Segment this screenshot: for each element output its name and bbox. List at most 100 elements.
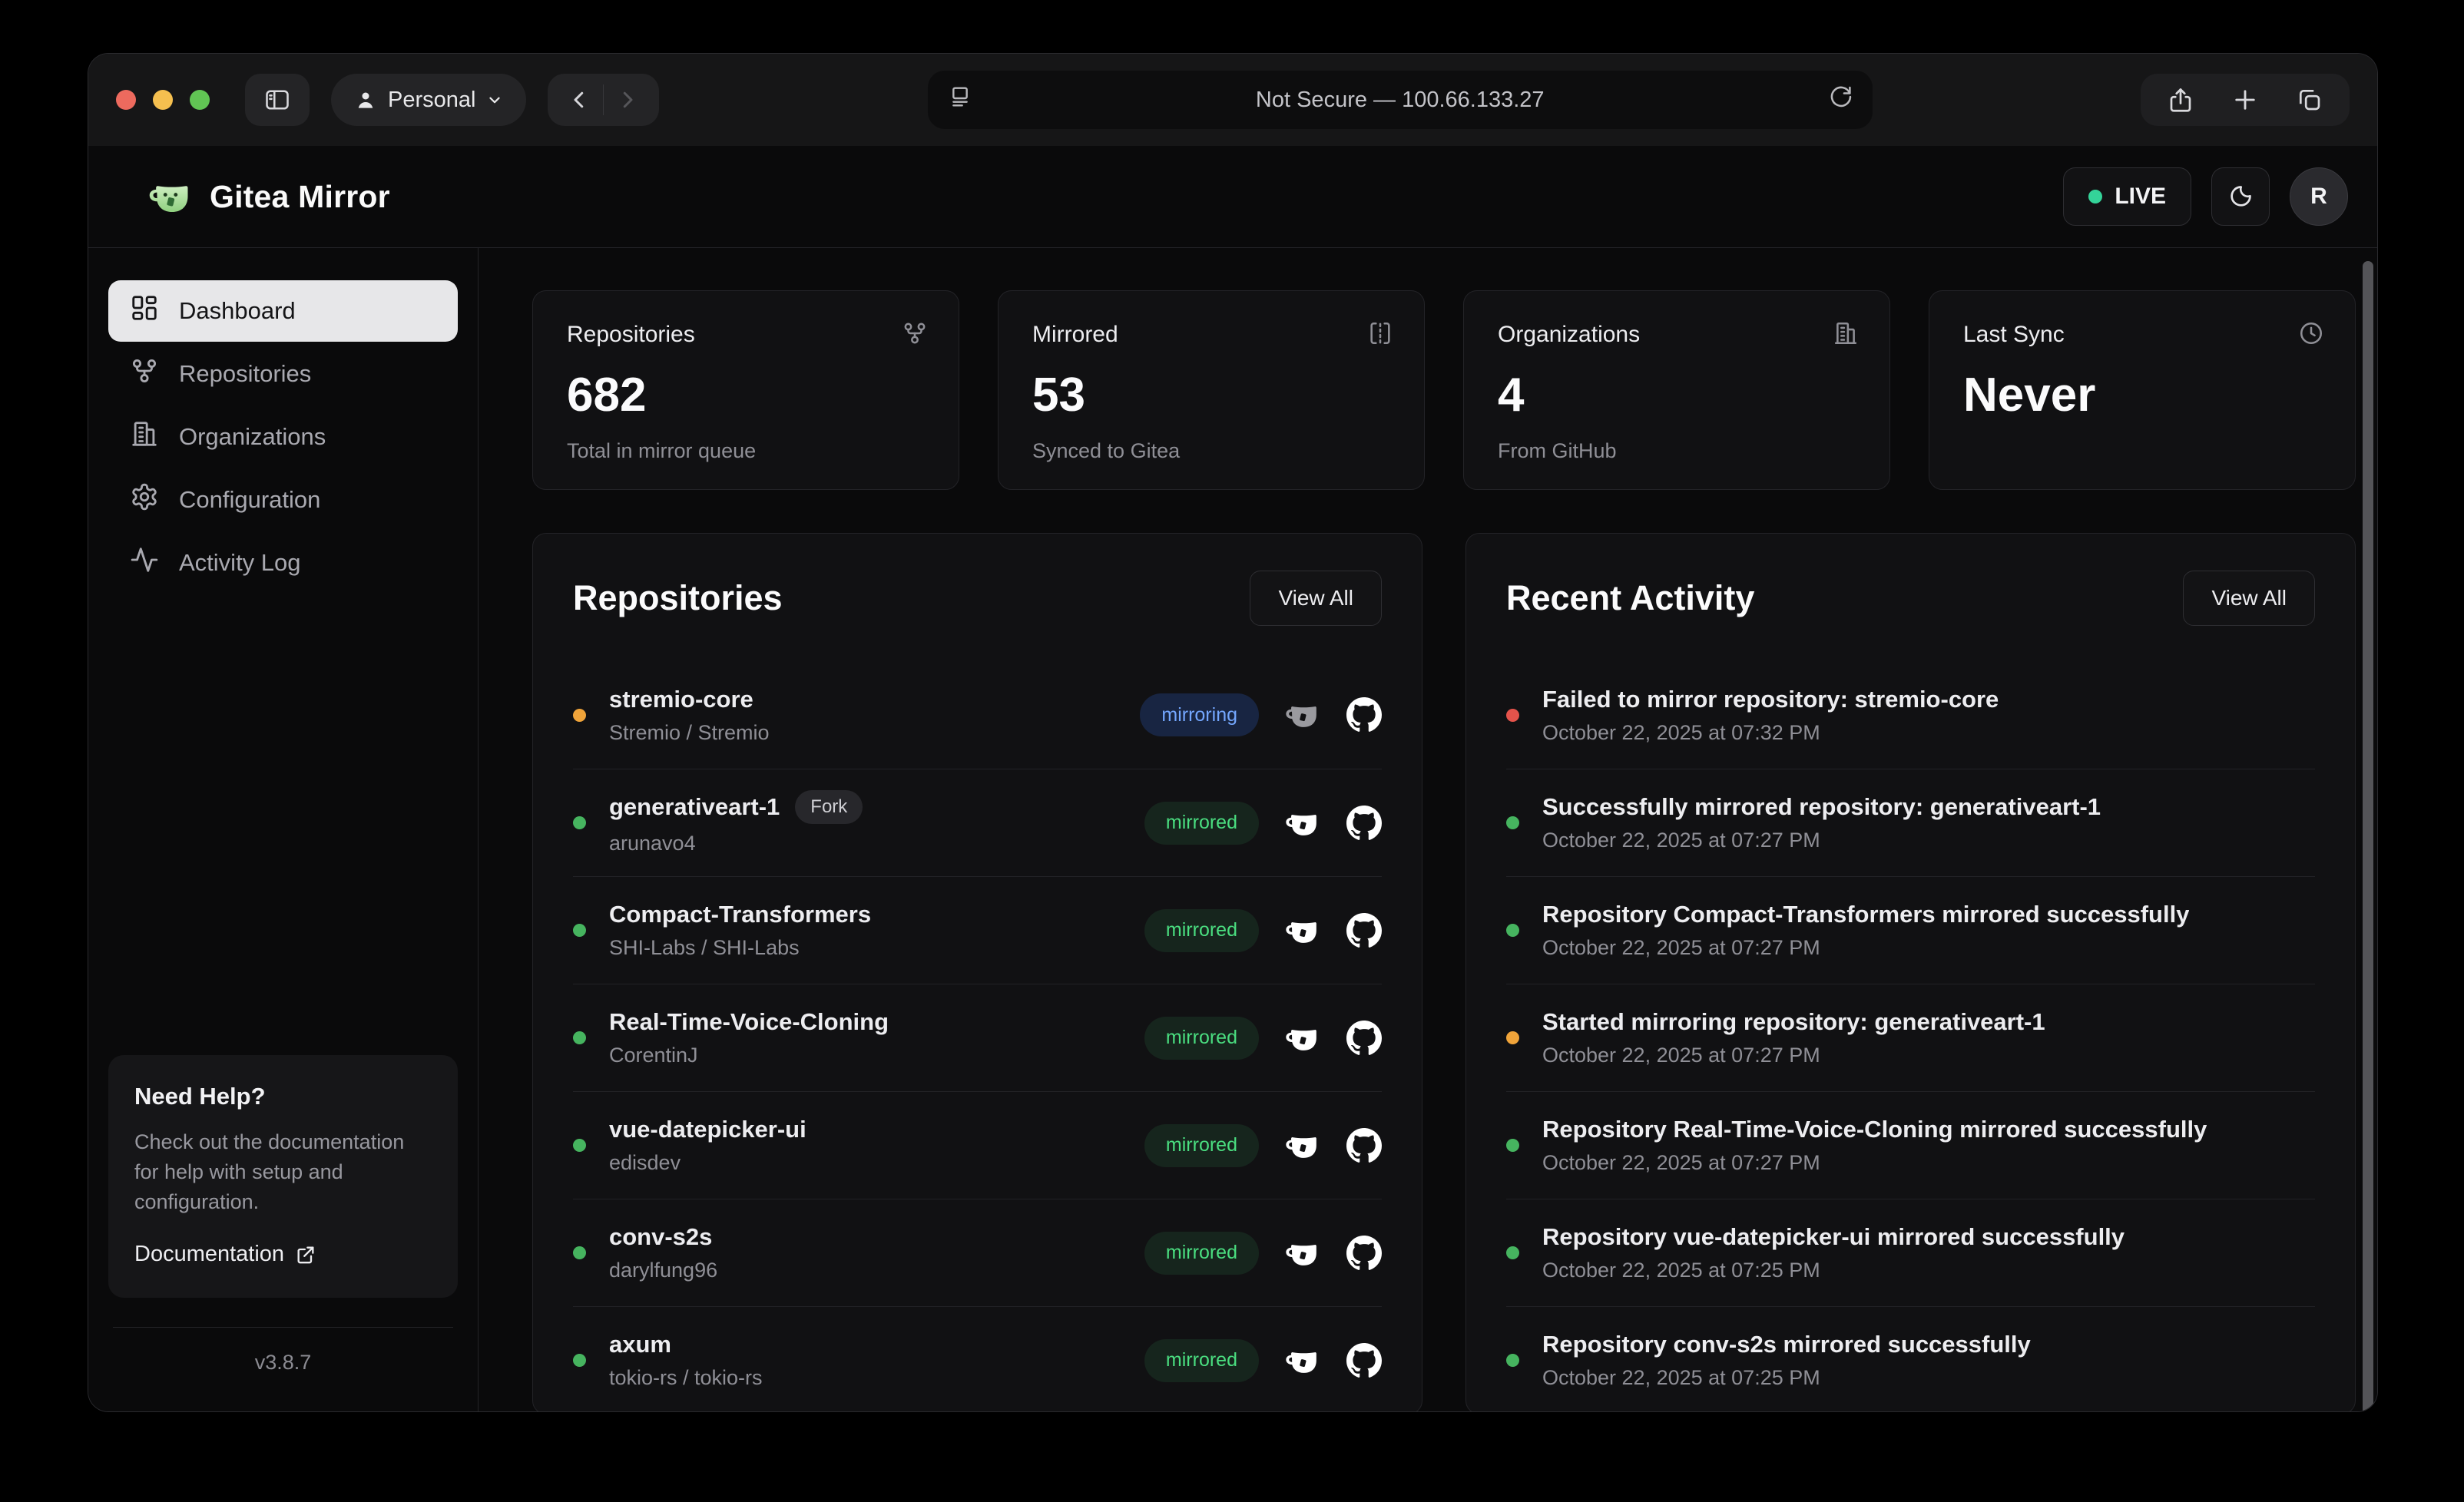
- activity-timestamp: October 22, 2025 at 07:25 PM: [1542, 1366, 2031, 1390]
- gitea-icon[interactable]: [1285, 1021, 1320, 1056]
- documentation-link-label: Documentation: [134, 1242, 284, 1267]
- github-icon[interactable]: [1346, 1128, 1382, 1163]
- status-dot-icon: [1506, 1354, 1519, 1367]
- sidebar-item-configuration[interactable]: Configuration: [108, 469, 458, 531]
- activity-row[interactable]: Repository vue-datepicker-ui mirrored su…: [1506, 1199, 2315, 1306]
- repositories-list: stremio-core Stremio / Stremio mirroring…: [573, 661, 1382, 1411]
- stat-label: Mirrored: [1032, 322, 1390, 348]
- activity-timestamp: October 22, 2025 at 07:27 PM: [1542, 1151, 2207, 1175]
- gitea-mirror-app: Gitea Mirror LIVE R Dashboard: [88, 146, 2377, 1411]
- github-icon[interactable]: [1346, 1021, 1382, 1056]
- activity-row[interactable]: Repository Compact-Transformers mirrored…: [1506, 876, 2315, 984]
- repo-name: Real-Time-Voice-Cloning: [609, 1008, 889, 1036]
- sidebar-divider: [113, 1327, 453, 1328]
- activity-message: Repository vue-datepicker-ui mirrored su…: [1542, 1223, 2125, 1251]
- status-badge: mirrored: [1144, 802, 1259, 845]
- close-window-button[interactable]: [116, 90, 136, 110]
- gitea-icon[interactable]: [1285, 913, 1320, 948]
- activity-row[interactable]: Successfully mirrored repository: genera…: [1506, 769, 2315, 876]
- activity-timestamp: October 22, 2025 at 07:27 PM: [1542, 829, 2101, 852]
- sidebar-nav: Dashboard Repositories Organizations Con…: [108, 280, 458, 595]
- activity-row[interactable]: Repository Real-Time-Voice-Cloning mirro…: [1506, 1091, 2315, 1199]
- zoom-window-button[interactable]: [190, 90, 210, 110]
- sidebar-item-label: Dashboard: [179, 297, 296, 325]
- repository-row[interactable]: Real-Time-Voice-Cloning CorentinJ mirror…: [573, 984, 1382, 1091]
- app-header: Gitea Mirror LIVE R: [88, 146, 2377, 248]
- repository-row[interactable]: vue-datepicker-ui edisdev mirrored: [573, 1091, 1382, 1199]
- sidebar-item-icon: [130, 545, 159, 581]
- stat-value: Never: [1963, 368, 2321, 422]
- activity-row[interactable]: Started mirroring repository: generative…: [1506, 984, 2315, 1091]
- new-tab-icon[interactable]: [2231, 86, 2259, 114]
- github-icon[interactable]: [1346, 913, 1382, 948]
- stat-label: Last Sync: [1963, 322, 2321, 348]
- gitea-icon[interactable]: [1285, 1128, 1320, 1163]
- sidebar-toggle-button[interactable]: [245, 74, 310, 126]
- stat-card: Organizations 4 From GitHub: [1463, 290, 1890, 490]
- github-icon[interactable]: [1346, 806, 1382, 841]
- repositories-view-all-button[interactable]: View All: [1250, 571, 1382, 626]
- minimize-window-button[interactable]: [153, 90, 173, 110]
- building-icon: [1833, 320, 1859, 350]
- status-dot-icon: [1506, 1139, 1519, 1152]
- activity-view-all-button[interactable]: View All: [2183, 571, 2315, 626]
- sidebar-item-dashboard[interactable]: Dashboard: [108, 280, 458, 342]
- sidebar-item-activity-log[interactable]: Activity Log: [108, 532, 458, 594]
- repo-owner: darylfung96: [609, 1259, 717, 1282]
- sidebar: Dashboard Repositories Organizations Con…: [88, 248, 479, 1411]
- gitea-icon[interactable]: [1285, 697, 1320, 733]
- status-dot-icon: [573, 1031, 586, 1044]
- share-icon[interactable]: [2167, 86, 2194, 114]
- stat-card: Repositories 682 Total in mirror queue: [532, 290, 959, 490]
- gitea-icon[interactable]: [1285, 1343, 1320, 1378]
- activity-row[interactable]: Repository conv-s2s mirrored successfull…: [1506, 1306, 2315, 1411]
- address-bar[interactable]: Not Secure — 100.66.133.27: [928, 71, 1873, 129]
- github-icon[interactable]: [1346, 1343, 1382, 1378]
- repository-row[interactable]: Compact-Transformers SHI-Labs / SHI-Labs…: [573, 876, 1382, 984]
- github-icon[interactable]: [1346, 1236, 1382, 1271]
- main-content: Repositories 682 Total in mirror queue M…: [479, 248, 2377, 1411]
- reader-view-icon[interactable]: [948, 84, 972, 115]
- stat-subtitle: Total in mirror queue: [567, 439, 925, 463]
- stat-value: 53: [1032, 368, 1390, 422]
- reload-icon[interactable]: [1828, 84, 1853, 115]
- back-button[interactable]: [555, 77, 603, 123]
- tab-overview-icon[interactable]: [2296, 86, 2323, 114]
- stat-label: Organizations: [1498, 322, 1856, 348]
- status-badge: mirrored: [1144, 1339, 1259, 1382]
- activity-timestamp: October 22, 2025 at 07:32 PM: [1542, 721, 1999, 745]
- activity-row[interactable]: Failed to mirror repository: stremio-cor…: [1506, 661, 2315, 769]
- repository-row[interactable]: axum tokio-rs / tokio-rs mirrored: [573, 1306, 1382, 1411]
- sidebar-item-repositories[interactable]: Repositories: [108, 343, 458, 405]
- status-badge: mirrored: [1144, 1017, 1259, 1060]
- repository-row[interactable]: stremio-core Stremio / Stremio mirroring: [573, 661, 1382, 769]
- activity-message: Started mirroring repository: generative…: [1542, 1008, 2045, 1036]
- documentation-link[interactable]: Documentation: [134, 1242, 432, 1267]
- status-badge: mirrored: [1144, 1232, 1259, 1275]
- profile-switcher[interactable]: Personal: [331, 74, 526, 126]
- forward-button[interactable]: [604, 77, 651, 123]
- live-status-button[interactable]: LIVE: [2063, 167, 2191, 226]
- activity-panel: Recent Activity View All Failed to mirro…: [1465, 533, 2356, 1411]
- panels-row: Repositories View All stremio-core Strem…: [532, 533, 2356, 1411]
- live-label: LIVE: [2115, 184, 2166, 210]
- activity-message: Repository Compact-Transformers mirrored…: [1542, 901, 2189, 928]
- stat-subtitle: From GitHub: [1498, 439, 1856, 463]
- activity-message: Repository conv-s2s mirrored successfull…: [1542, 1331, 2031, 1358]
- gitea-icon[interactable]: [1285, 1236, 1320, 1271]
- theme-toggle-button[interactable]: [2211, 167, 2270, 226]
- repository-row[interactable]: conv-s2s darylfung96 mirrored: [573, 1199, 1382, 1306]
- status-badge: mirrored: [1144, 1124, 1259, 1167]
- sidebar-item-organizations[interactable]: Organizations: [108, 406, 458, 468]
- activity-list: Failed to mirror repository: stremio-cor…: [1506, 661, 2315, 1411]
- stat-value: 682: [567, 368, 925, 422]
- user-avatar[interactable]: R: [2290, 167, 2348, 226]
- gitea-icon[interactable]: [1285, 806, 1320, 841]
- activity-message: Successfully mirrored repository: genera…: [1542, 793, 2101, 821]
- brand[interactable]: Gitea Mirror: [148, 174, 390, 219]
- mirror-icon: [1367, 320, 1393, 350]
- status-dot-icon: [1506, 709, 1519, 722]
- repository-row[interactable]: generativeart-1 Fork arunavo4 mirrored: [573, 769, 1382, 876]
- github-icon[interactable]: [1346, 697, 1382, 733]
- scrollbar-thumb[interactable]: [2363, 261, 2373, 1411]
